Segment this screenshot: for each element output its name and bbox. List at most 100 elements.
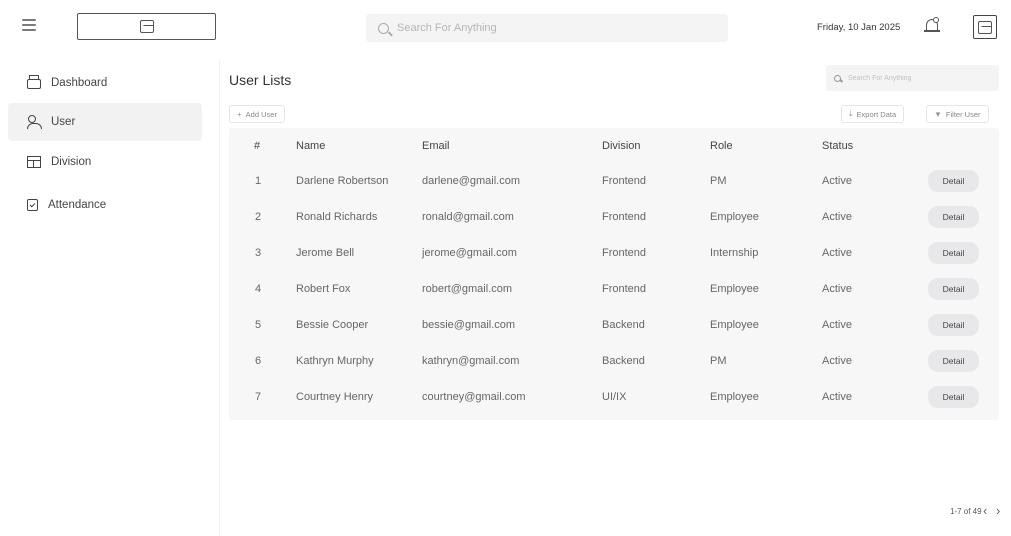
row-role: Employee <box>710 391 759 403</box>
row-division: Backend <box>602 319 645 331</box>
row-name: Kathryn Murphy <box>296 355 374 367</box>
detail-button[interactable]: Detail <box>928 350 979 372</box>
user-table: # Name Email Division Role Status 1 Darl… <box>229 128 999 420</box>
table-row: 3 Jerome Bell jerome@gmail.com Frontend … <box>229 236 999 272</box>
print-icon <box>27 75 41 89</box>
row-role: Employee <box>710 211 759 223</box>
notification-badge <box>933 17 939 23</box>
sidebar-item-division[interactable]: Division <box>8 143 202 181</box>
row-email: bessie@gmail.com <box>422 319 516 331</box>
avatar[interactable] <box>973 15 997 39</box>
image-icon <box>978 20 992 34</box>
export-data-button[interactable]: ⤓ Export Data <box>841 105 905 123</box>
table-row: 2 Ronald Richards ronald@gmail.com Front… <box>229 200 999 236</box>
sidebar-item-dashboard[interactable]: Dashboard <box>8 64 202 102</box>
column-header-name: Name <box>296 140 326 152</box>
row-role: Employee <box>710 283 759 295</box>
row-name: Bessie Cooper <box>296 319 369 331</box>
list-search-input[interactable] <box>848 74 998 82</box>
column-header-email: Email <box>422 140 450 152</box>
row-division: Backend <box>602 355 645 367</box>
row-email: kathryn@gmail.com <box>422 355 520 367</box>
row-name: Courtney Henry <box>296 391 374 403</box>
row-name: Robert Fox <box>296 283 351 295</box>
add-user-label: Add User <box>245 109 277 119</box>
image-icon <box>139 20 154 33</box>
add-user-button[interactable]: + Add User <box>229 105 285 123</box>
row-status: Active <box>822 283 852 295</box>
row-email: courtney@gmail.com <box>422 391 526 403</box>
sidebar-item-attendance[interactable]: Attendance <box>8 186 202 224</box>
table-row: 1 Darlene Robertson darlene@gmail.com Fr… <box>229 164 999 200</box>
download-icon: ⤓ <box>849 109 853 118</box>
row-division: UI/IX <box>602 391 627 403</box>
detail-button[interactable]: Detail <box>928 206 979 228</box>
attendance-icon <box>27 199 38 211</box>
filter-icon: ▼ <box>934 109 942 119</box>
row-division: Frontend <box>602 211 647 223</box>
row-email: ronald@gmail.com <box>422 211 514 223</box>
table-row: 4 Robert Fox robert@gmail.com Frontend E… <box>229 272 999 308</box>
row-number: 4 <box>255 283 262 295</box>
row-status: Active <box>822 391 852 403</box>
detail-button[interactable]: Detail <box>928 242 979 264</box>
sidebar-item-label: User <box>51 116 76 128</box>
chevron-left-icon[interactable]: ‹ <box>983 503 987 518</box>
row-name: Ronald Richards <box>296 211 378 223</box>
column-header-division: Division <box>602 140 641 152</box>
filter-user-label: Filter User <box>945 109 981 119</box>
detail-button[interactable]: Detail <box>928 278 979 300</box>
list-search-bar[interactable] <box>826 65 999 91</box>
filter-user-button[interactable]: ▼ Filter User <box>926 105 989 123</box>
row-name: Darlene Robertson <box>296 175 389 187</box>
sidebar: Dashboard User Division Attendance <box>8 60 220 536</box>
row-number: 6 <box>255 355 262 367</box>
row-status: Active <box>822 247 852 259</box>
table-row: 7 Courtney Henry courtney@gmail.com UI/I… <box>229 380 999 416</box>
current-date: Friday, 10 Jan 2025 <box>817 22 901 33</box>
export-data-label: Export Data <box>856 109 897 119</box>
sidebar-item-label: Attendance <box>48 199 107 211</box>
column-header-status: Status <box>822 140 854 152</box>
search-icon <box>834 74 841 82</box>
row-status: Active <box>822 355 852 367</box>
row-status: Active <box>822 319 852 331</box>
search-icon <box>378 22 389 34</box>
chevron-right-icon[interactable]: › <box>996 503 1000 518</box>
global-search-input[interactable] <box>397 22 697 34</box>
pagination-label: 1-7 of 49 <box>950 507 982 516</box>
hamburger-menu-icon[interactable] <box>22 19 36 31</box>
column-header-number: # <box>254 140 261 152</box>
row-status: Active <box>822 211 852 223</box>
row-role: Employee <box>710 319 759 331</box>
row-role: Internship <box>710 247 759 259</box>
page-title: User Lists <box>229 72 292 88</box>
row-number: 7 <box>255 391 262 403</box>
row-division: Frontend <box>602 175 647 187</box>
row-division: Frontend <box>602 247 647 259</box>
column-header-role: Role <box>710 140 733 152</box>
row-division: Frontend <box>602 283 647 295</box>
sidebar-item-user[interactable]: User <box>8 103 202 141</box>
detail-button[interactable]: Detail <box>928 314 979 336</box>
global-search-bar[interactable] <box>366 14 728 42</box>
sidebar-item-label: Dashboard <box>51 77 108 89</box>
row-email: darlene@gmail.com <box>422 175 520 187</box>
detail-button[interactable]: Detail <box>928 386 979 408</box>
row-role: PM <box>710 175 727 187</box>
sidebar-item-label: Division <box>51 156 92 168</box>
top-bar: Friday, 10 Jan 2025 <box>0 0 1011 56</box>
detail-button[interactable]: Detail <box>928 170 979 192</box>
logo-placeholder[interactable] <box>77 13 216 40</box>
row-name: Jerome Bell <box>296 247 355 259</box>
notification-bell-icon[interactable] <box>924 16 940 36</box>
row-status: Active <box>822 175 852 187</box>
row-number: 1 <box>255 175 262 187</box>
table-row: 6 Kathryn Murphy kathryn@gmail.com Backe… <box>229 344 999 380</box>
table-row: 5 Bessie Cooper bessie@gmail.com Backend… <box>229 308 999 344</box>
row-number: 2 <box>255 211 262 223</box>
plus-icon: + <box>237 109 242 119</box>
row-email: robert@gmail.com <box>422 283 513 295</box>
row-number: 3 <box>255 247 262 259</box>
row-number: 5 <box>255 319 262 331</box>
